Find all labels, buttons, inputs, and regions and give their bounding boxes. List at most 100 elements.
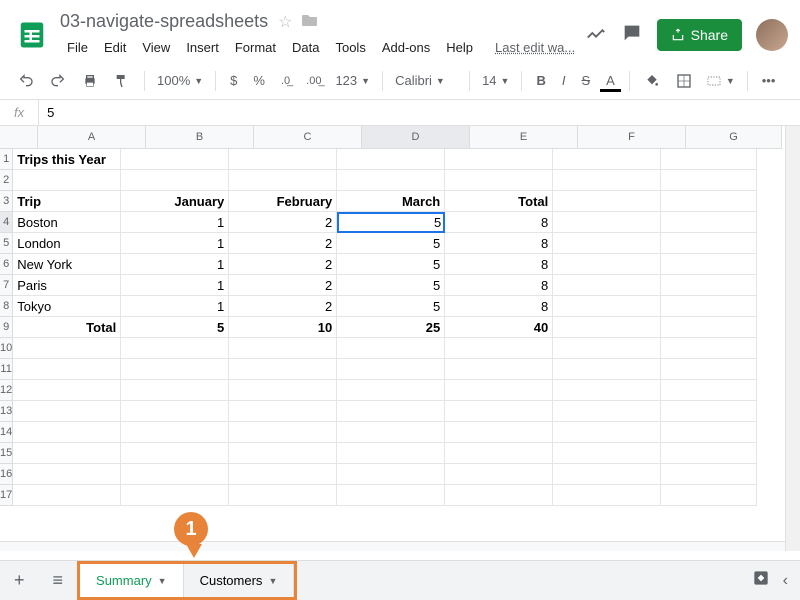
select-all-corner[interactable] bbox=[0, 126, 38, 149]
cell[interactable]: 1 bbox=[121, 212, 229, 233]
last-edit-link[interactable]: Last edit wa... bbox=[488, 36, 582, 59]
menu-edit[interactable]: Edit bbox=[97, 36, 133, 59]
cell[interactable]: 8 bbox=[445, 275, 553, 296]
cell[interactable] bbox=[553, 275, 661, 296]
cell[interactable] bbox=[13, 401, 121, 422]
cell[interactable]: 10 bbox=[229, 317, 337, 338]
row-header-16[interactable]: 16 bbox=[0, 464, 13, 485]
cell[interactable] bbox=[553, 485, 661, 506]
cell[interactable] bbox=[661, 422, 757, 443]
col-header-G[interactable]: G bbox=[686, 126, 782, 149]
cell[interactable] bbox=[337, 464, 445, 485]
formula-input[interactable] bbox=[39, 105, 800, 120]
cell[interactable]: Tokyo bbox=[13, 296, 121, 317]
cell[interactable]: 8 bbox=[445, 212, 553, 233]
borders-button[interactable] bbox=[670, 69, 698, 93]
cell[interactable]: 2 bbox=[229, 254, 337, 275]
row-header-8[interactable]: 8 bbox=[0, 296, 13, 317]
row-header-13[interactable]: 13 bbox=[0, 401, 13, 422]
cell[interactable] bbox=[553, 191, 661, 212]
cell[interactable] bbox=[553, 443, 661, 464]
cell[interactable] bbox=[13, 464, 121, 485]
chevron-down-icon[interactable]: ▼ bbox=[268, 576, 277, 586]
trend-icon[interactable] bbox=[585, 22, 607, 49]
row-header-6[interactable]: 6 bbox=[0, 254, 13, 275]
cell[interactable] bbox=[445, 149, 553, 170]
cell[interactable] bbox=[121, 422, 229, 443]
row-header-3[interactable]: 3 bbox=[0, 191, 13, 212]
cell[interactable] bbox=[553, 170, 661, 191]
cell[interactable] bbox=[13, 485, 121, 506]
cell[interactable] bbox=[229, 149, 337, 170]
cell[interactable]: 2 bbox=[229, 212, 337, 233]
cell[interactable] bbox=[229, 359, 337, 380]
chevron-down-icon[interactable]: ▼ bbox=[158, 576, 167, 586]
cell[interactable] bbox=[661, 275, 757, 296]
cell[interactable] bbox=[445, 359, 553, 380]
row-header-9[interactable]: 9 bbox=[0, 317, 13, 338]
cell[interactable] bbox=[121, 401, 229, 422]
cell[interactable]: 8 bbox=[445, 296, 553, 317]
cell[interactable] bbox=[229, 401, 337, 422]
cell[interactable] bbox=[553, 380, 661, 401]
cell[interactable] bbox=[553, 317, 661, 338]
cell[interactable] bbox=[229, 443, 337, 464]
all-sheets-button[interactable]: ≡ bbox=[39, 570, 78, 591]
cell[interactable] bbox=[661, 212, 757, 233]
cell[interactable] bbox=[553, 464, 661, 485]
cell[interactable] bbox=[553, 338, 661, 359]
cell[interactable]: 2 bbox=[229, 233, 337, 254]
cell[interactable]: London bbox=[13, 233, 121, 254]
cells-area[interactable]: Trips this YearTripJanuaryFebruaryMarchT… bbox=[13, 149, 785, 541]
cell[interactable] bbox=[337, 401, 445, 422]
row-header-7[interactable]: 7 bbox=[0, 275, 13, 296]
cell[interactable] bbox=[337, 380, 445, 401]
menu-insert[interactable]: Insert bbox=[179, 36, 226, 59]
cell[interactable]: 5 bbox=[337, 254, 445, 275]
star-icon[interactable]: ☆ bbox=[278, 12, 292, 32]
cell[interactable] bbox=[445, 443, 553, 464]
cell[interactable] bbox=[121, 443, 229, 464]
cell[interactable] bbox=[661, 380, 757, 401]
cell[interactable] bbox=[445, 380, 553, 401]
fill-color-button[interactable] bbox=[638, 69, 666, 93]
cell[interactable] bbox=[445, 464, 553, 485]
sheet-tab-customers[interactable]: Customers▼ bbox=[184, 564, 295, 597]
cell[interactable]: March bbox=[337, 191, 445, 212]
cell[interactable] bbox=[553, 212, 661, 233]
cell[interactable] bbox=[661, 296, 757, 317]
increase-decimal-button[interactable]: .00̲ bbox=[300, 71, 327, 91]
font-select[interactable]: Calibri▼ bbox=[391, 71, 461, 90]
cell[interactable] bbox=[661, 359, 757, 380]
cell[interactable] bbox=[445, 338, 553, 359]
more-formats-select[interactable]: 123▼ bbox=[331, 71, 374, 90]
cell[interactable] bbox=[121, 170, 229, 191]
row-header-11[interactable]: 11 bbox=[0, 359, 13, 380]
cell[interactable] bbox=[445, 485, 553, 506]
cell[interactable]: 25 bbox=[337, 317, 445, 338]
menu-format[interactable]: Format bbox=[228, 36, 283, 59]
cell[interactable] bbox=[661, 254, 757, 275]
sheets-logo-icon[interactable] bbox=[12, 15, 52, 55]
cell[interactable]: Boston bbox=[13, 212, 121, 233]
cell[interactable]: New York bbox=[13, 254, 121, 275]
explore-button[interactable] bbox=[751, 568, 771, 593]
cell[interactable] bbox=[229, 170, 337, 191]
side-panel-toggle[interactable]: ‹ bbox=[783, 572, 788, 590]
text-color-button[interactable]: A bbox=[600, 69, 621, 92]
col-header-D[interactable]: D bbox=[362, 126, 470, 149]
cell[interactable]: 1 bbox=[121, 233, 229, 254]
menu-add-ons[interactable]: Add-ons bbox=[375, 36, 437, 59]
cell[interactable] bbox=[13, 359, 121, 380]
cell[interactable] bbox=[229, 338, 337, 359]
cell[interactable] bbox=[229, 485, 337, 506]
cell[interactable] bbox=[229, 380, 337, 401]
col-header-C[interactable]: C bbox=[254, 126, 362, 149]
row-header-15[interactable]: 15 bbox=[0, 443, 13, 464]
cell[interactable] bbox=[553, 254, 661, 275]
row-header-4[interactable]: 4 bbox=[0, 212, 13, 233]
strikethrough-button[interactable]: S bbox=[575, 69, 596, 92]
more-toolbar-button[interactable]: ••• bbox=[756, 69, 782, 92]
cell[interactable] bbox=[661, 464, 757, 485]
cell[interactable]: 2 bbox=[229, 275, 337, 296]
